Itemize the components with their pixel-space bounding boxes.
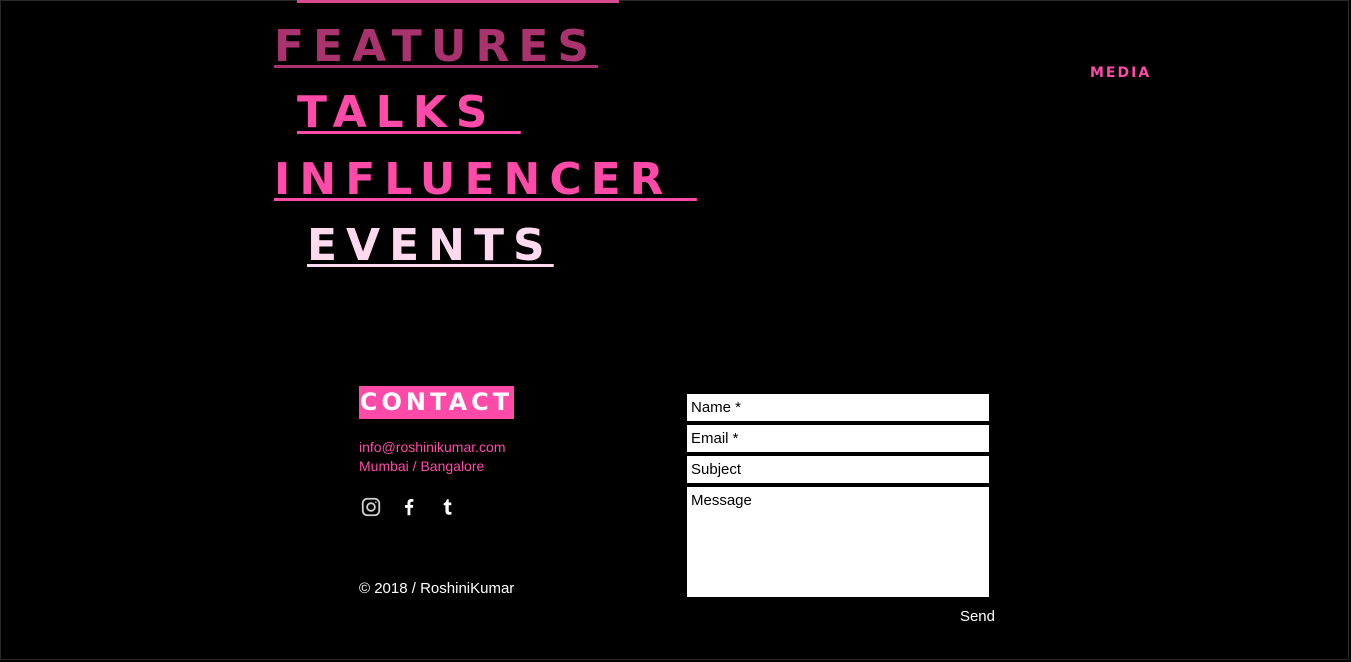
instagram-icon[interactable]	[360, 496, 382, 518]
page-frame	[0, 0, 1349, 660]
contact-email-link[interactable]: info@roshinikumar.com	[359, 439, 506, 455]
tumblr-icon[interactable]	[436, 496, 458, 518]
nav-link-events[interactable]: EVENTS	[307, 224, 554, 268]
nav-link-media[interactable]: MEDIA	[1090, 65, 1151, 81]
nav-link-features[interactable]: FEATURES	[274, 25, 598, 69]
subject-field[interactable]	[687, 456, 989, 483]
top-divider	[297, 0, 619, 3]
name-field[interactable]	[687, 394, 989, 421]
contact-heading: CONTACT	[359, 386, 514, 419]
email-field[interactable]	[687, 425, 989, 452]
contact-location: Mumbai / Bangalore	[359, 458, 485, 474]
nav-link-influencer[interactable]: INFLUENCER	[274, 158, 697, 202]
nav-link-talks[interactable]: TALKS	[297, 91, 521, 135]
copyright-text: © 2018 / RoshiniKumar	[359, 580, 515, 597]
send-button[interactable]: Send	[945, 605, 995, 627]
message-field[interactable]	[687, 487, 989, 597]
facebook-icon[interactable]	[398, 496, 420, 518]
